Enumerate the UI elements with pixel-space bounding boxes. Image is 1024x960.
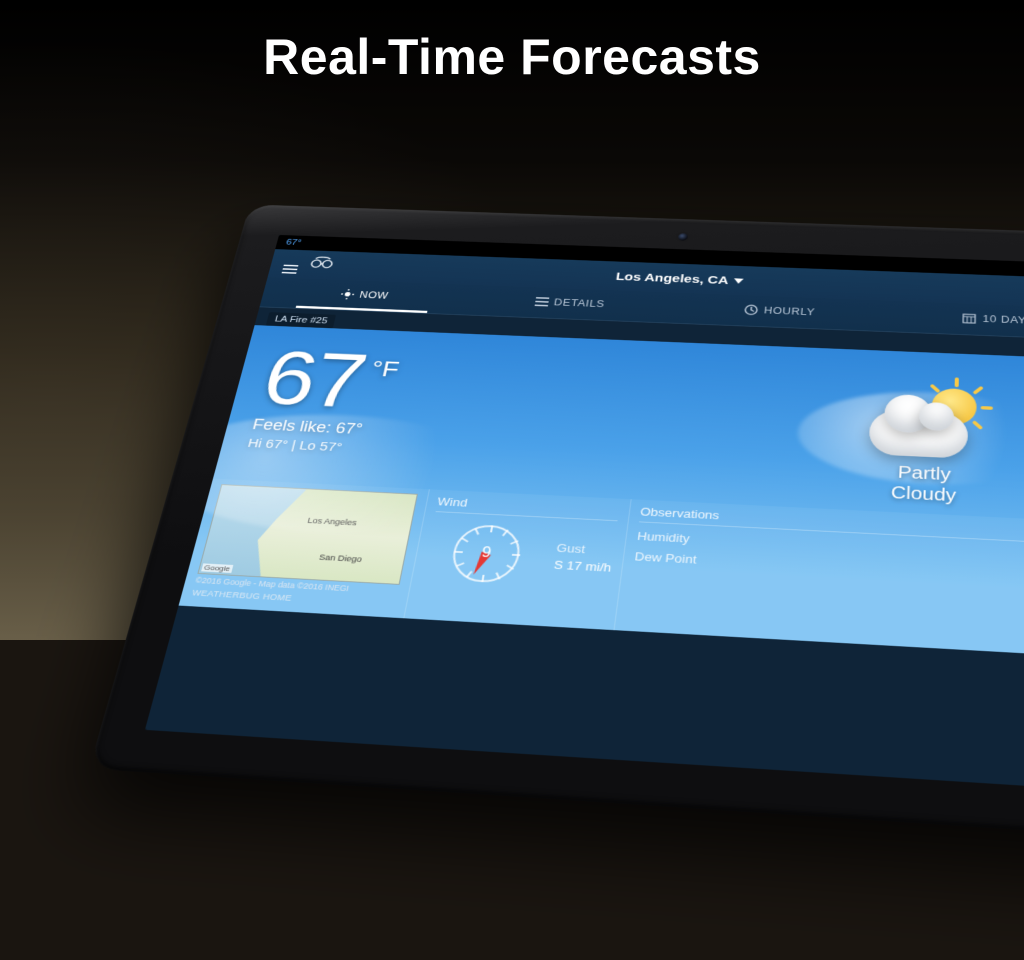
condition-line2: Cloudy <box>866 482 982 508</box>
current-temperature-block: 67 °F Feels like: 67° Hi 67° | Lo 57° <box>246 346 402 456</box>
map-city-la: Los Angeles <box>307 516 358 527</box>
wind-panel: Wind <box>404 490 631 631</box>
location-selector[interactable]: Los Angeles, CA <box>615 270 744 287</box>
tab-details-label: DETAILS <box>553 297 605 309</box>
tablet-frame: 67° <box>89 204 1024 839</box>
tab-hourly[interactable]: HOURLY <box>672 293 887 332</box>
current-conditions-panel: 3:19 PM 67 °F Feels like: 67° Hi 67° | L… <box>179 325 1024 658</box>
chevron-down-icon <box>734 278 744 284</box>
map-brand: Google <box>201 564 233 574</box>
obs-humidity-value <box>722 534 723 547</box>
obs-dewpoint-value <box>720 554 721 567</box>
map-city-sd: San Diego <box>318 552 363 563</box>
feels-like: Feels like: 67° <box>251 416 388 439</box>
list-icon <box>534 297 549 306</box>
lower-panels: Los Angeles San Diego Google ©2016 Googl… <box>179 479 1024 659</box>
tab-hourly-label: HOURLY <box>763 305 815 318</box>
app-logo-icon[interactable] <box>307 256 335 273</box>
tab-details[interactable]: DETAILS <box>464 285 676 323</box>
wind-compass: 9 <box>448 524 524 584</box>
tab-now[interactable]: NOW <box>260 277 470 314</box>
observations-panel: Observations Humidity Dew Point <box>615 499 1024 658</box>
tab-tenday[interactable]: 10 DAY <box>886 301 1024 340</box>
wind-speed: 9 <box>448 524 524 584</box>
tab-tenday-label: 10 DAY <box>982 314 1024 326</box>
calendar-icon <box>963 313 977 324</box>
tab-now-label: NOW <box>358 290 389 301</box>
hi-lo: Hi 67° | Lo 57° <box>246 436 383 456</box>
map-thumbnail[interactable]: Los Angeles San Diego Google <box>197 484 418 585</box>
obs-dewpoint-label: Dew Point <box>634 550 711 567</box>
hamburger-icon[interactable] <box>282 265 299 274</box>
location-label: Los Angeles, CA <box>615 270 729 287</box>
clock-icon <box>744 304 759 315</box>
obs-humidity-label: Humidity <box>636 529 712 546</box>
wind-title: Wind <box>436 495 620 521</box>
header-left <box>282 255 336 275</box>
status-temp: 67° <box>285 238 302 247</box>
map-panel[interactable]: Los Angeles San Diego Google ©2016 Googl… <box>179 479 430 619</box>
promo-headline: Real-Time Forecasts <box>0 28 1024 86</box>
temperature-value: 67 <box>257 346 370 414</box>
app-screen: 67° <box>145 235 1024 792</box>
gust-value: S 17 mi/h <box>553 558 612 574</box>
condition-block: Partly Cloudy <box>866 385 983 508</box>
temperature-unit: °F <box>369 356 402 382</box>
partly-cloudy-icon <box>868 385 983 459</box>
gust-label: Gust <box>556 541 586 556</box>
sun-icon <box>340 289 355 300</box>
